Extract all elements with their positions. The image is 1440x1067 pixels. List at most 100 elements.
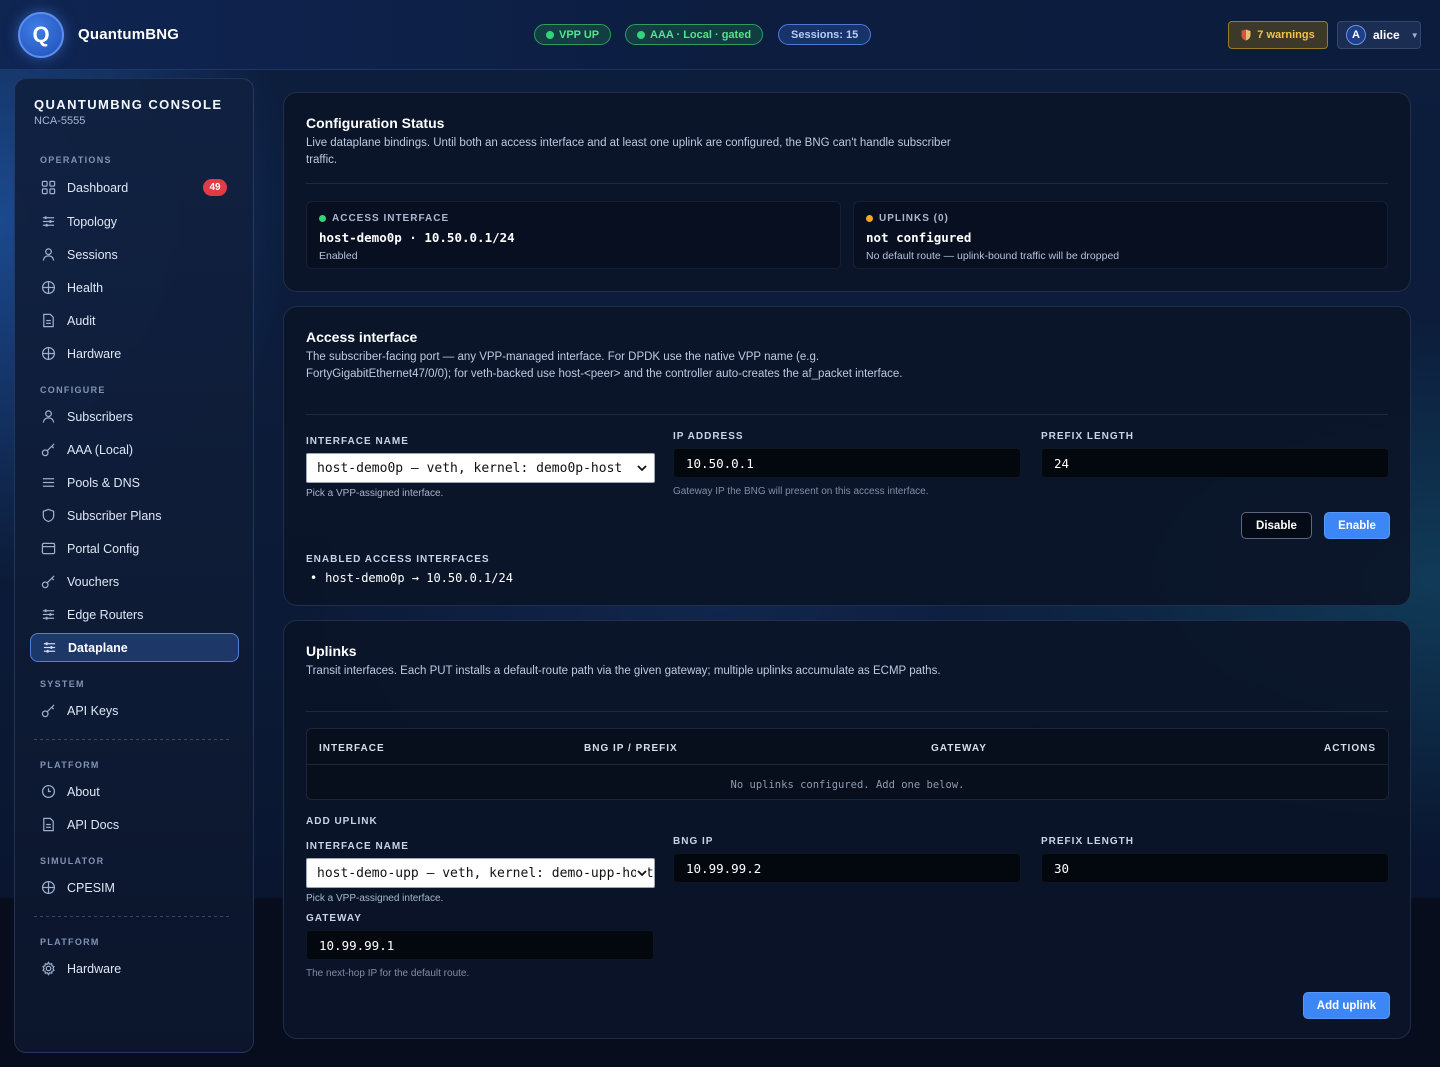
sidebar-item-api-keys[interactable]: API Keys (30, 696, 239, 725)
sidebar-item-label: Audit (67, 313, 96, 328)
divider (306, 711, 1388, 712)
sidebar-item-portal-config[interactable]: Portal Config (30, 534, 239, 563)
gateway-input[interactable]: 10.99.99.1 (306, 930, 654, 960)
app-name: QuantumBNG (78, 26, 180, 43)
status-value: host-demo0p · 10.50.0.1/24 (319, 230, 515, 245)
document-icon (43, 313, 54, 328)
warnings-button[interactable]: 7 warnings (1228, 21, 1328, 49)
select-value: host-demo-upp — veth, kernel: demo-upp-h… (317, 865, 654, 881)
sidebar-item-edge-routers[interactable]: Edge Routers (30, 600, 239, 629)
sidebar-item-api-docs[interactable]: API Docs (30, 810, 239, 839)
sidebar-item-label: Pools & DNS (67, 475, 140, 490)
enabled-interfaces-label: ENABLED ACCESS INTERFACES (306, 554, 490, 565)
sidebar-divider (34, 916, 231, 917)
sidebar-item-label: Sessions (67, 247, 118, 262)
sidebar-item-subscriber-plans[interactable]: Subscriber Plans (30, 501, 239, 530)
globe-icon (41, 346, 56, 361)
divider (306, 183, 1388, 184)
sidebar-item-health[interactable]: Health (30, 273, 239, 302)
shield-warning-icon (1241, 29, 1251, 41)
input-value: 10.99.99.2 (686, 860, 762, 876)
uplink-interface-hint: Pick a VPP-assigned interface. (306, 893, 444, 904)
sidebar-item-topology[interactable]: Topology (30, 207, 239, 236)
card-description: Transit interfaces. Each PUT installs a … (306, 665, 941, 677)
sidebar-item-label: API Docs (67, 817, 120, 832)
card-description: The subscriber-facing port — any VPP-man… (306, 351, 903, 380)
prefix-length-label: PREFIX LENGTH (1041, 431, 1135, 442)
warnings-text: 7 warnings (1257, 29, 1315, 41)
sidebar-item-label: Hardware (67, 961, 122, 976)
column-header-bng-ip: BNG IP / PREFIX (584, 743, 678, 754)
key-icon (41, 704, 55, 718)
sidebar-item-sessions[interactable]: Sessions (30, 240, 239, 269)
chevron-down-icon (636, 462, 648, 474)
vpp-status-text: VPP UP (559, 28, 600, 41)
uplink-interface-select[interactable]: host-demo-upp — veth, kernel: demo-upp-h… (306, 858, 655, 888)
card-title: Configuration Status (306, 115, 445, 131)
globe-icon (41, 880, 56, 895)
status-label: ACCESS INTERFACE (319, 213, 449, 224)
sessions-pill: Sessions: 15 (778, 24, 872, 45)
section-system: SYSTEM (40, 679, 85, 689)
prefix-length-input[interactable]: 24 (1041, 448, 1389, 478)
ip-address-input[interactable]: 10.50.0.1 (673, 448, 1021, 478)
sidebar-item-dashboard[interactable]: Dashboard 49 (30, 173, 239, 202)
grid-icon (41, 180, 56, 195)
document-icon (43, 817, 54, 832)
sidebar-item-cpesim[interactable]: CPESIM (30, 873, 239, 902)
status-dot-orange-icon (866, 215, 873, 222)
sidebar-item-dataplane[interactable]: Dataplane (30, 633, 239, 662)
sidebar-item-aaa-local[interactable]: AAA (Local) (30, 435, 239, 464)
gateway-hint: The next-hop IP for the default route. (306, 968, 470, 979)
sidebar: QUANTUMBNG CONSOLE NCA-5555 OPERATIONS D… (14, 78, 254, 1053)
sidebar-subtitle: NCA-5555 (34, 115, 86, 127)
vpp-status-pill: VPP UP (534, 24, 612, 45)
gear-icon (42, 961, 55, 976)
sidebar-item-label: Subscribers (67, 409, 133, 424)
card-description: Live dataplane bindings. Until both an a… (306, 137, 951, 166)
input-value: 10.50.0.1 (686, 455, 754, 471)
uplinks-status: UPLINKS (0) not configured No default ro… (853, 201, 1388, 269)
disable-button[interactable]: Disable (1241, 512, 1312, 539)
section-simulator: SIMULATOR (40, 856, 105, 866)
sidebar-item-platform-hardware[interactable]: Hardware (30, 954, 239, 983)
user-icon (42, 410, 55, 423)
sidebar-item-label: Topology (67, 214, 118, 229)
access-interface-select[interactable]: host-demo0p — veth, kernel: demo0p-host (306, 453, 655, 483)
user-menu-button[interactable]: A alice ▼ (1337, 21, 1421, 49)
uplink-prefix-input[interactable]: 30 (1041, 853, 1389, 883)
access-interface-status: ACCESS INTERFACE host-demo0p · 10.50.0.1… (306, 201, 841, 269)
uplinks-table: INTERFACE BNG IP / PREFIX GATEWAY ACTION… (306, 728, 1389, 800)
app-logo[interactable]: Q (18, 12, 64, 58)
sidebar-item-label: Dataplane (68, 640, 128, 655)
ip-address-label: IP ADDRESS (673, 431, 744, 442)
sidebar-item-vouchers[interactable]: Vouchers (30, 567, 239, 596)
list-icon (42, 478, 55, 487)
aaa-status-text: AAA · Local · gated (650, 28, 752, 41)
add-uplink-heading: ADD UPLINK (306, 816, 378, 827)
status-value: not configured (866, 230, 972, 245)
input-value: 10.99.99.1 (319, 937, 395, 953)
sidebar-item-about[interactable]: About (30, 777, 239, 806)
sidebar-item-pools-dns[interactable]: Pools & DNS (30, 468, 239, 497)
status-note: Enabled (319, 250, 358, 262)
shield-icon (42, 508, 55, 523)
enable-button[interactable]: Enable (1324, 512, 1390, 539)
select-value: host-demo0p — veth, kernel: demo0p-host (317, 460, 623, 476)
sidebar-item-hardware[interactable]: Hardware (30, 339, 239, 368)
sidebar-item-label: Health (67, 280, 104, 295)
column-header-gateway: GATEWAY (931, 743, 987, 754)
sidebar-item-subscribers[interactable]: Subscribers (30, 402, 239, 431)
status-label-text: UPLINKS (0) (879, 213, 949, 224)
dashboard-count-badge: 49 (203, 179, 227, 196)
sidebar-item-label: Edge Routers (67, 607, 144, 622)
status-dot-icon (546, 30, 554, 39)
section-platform-2: PLATFORM (40, 937, 100, 947)
section-platform: PLATFORM (40, 760, 100, 770)
uplink-interface-label: INTERFACE NAME (306, 841, 409, 852)
sidebar-item-audit[interactable]: Audit (30, 306, 239, 335)
bng-ip-input[interactable]: 10.99.99.2 (673, 853, 1021, 883)
add-uplink-button[interactable]: Add uplink (1303, 992, 1390, 1019)
sidebar-item-label: Subscriber Plans (67, 508, 162, 523)
top-bar: Q QuantumBNG VPP UP AAA · Local · gated … (0, 0, 1440, 70)
